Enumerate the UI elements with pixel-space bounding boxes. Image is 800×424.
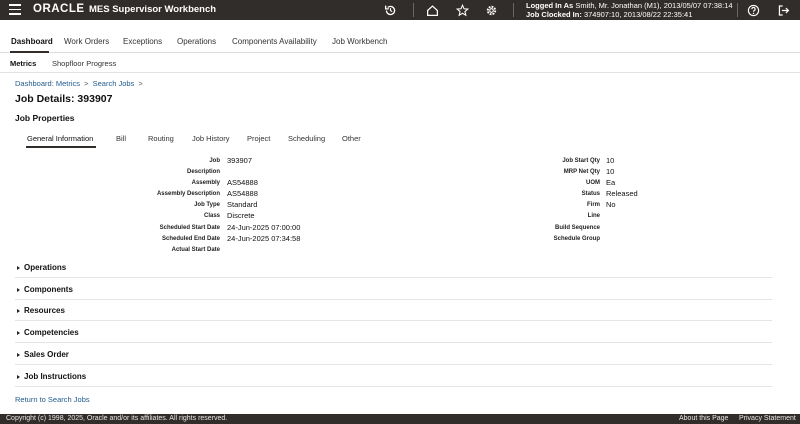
field-label-job: Job — [209, 158, 220, 164]
breadcrumb: Dashboard: Metrics > Search Jobs > — [15, 79, 145, 88]
help-icon[interactable] — [746, 3, 760, 17]
favorite-star-icon[interactable] — [455, 3, 469, 17]
expand-caret-icon — [17, 331, 20, 335]
header-divider — [737, 3, 738, 17]
field-label-schedule-group: Schedule Group — [553, 236, 600, 242]
breadcrumb-separator: > — [84, 79, 89, 88]
tab-active-indicator — [10, 51, 49, 53]
tab-scheduling[interactable]: Scheduling — [288, 134, 325, 143]
sub-tabs: Metrics Shopfloor Progress — [0, 56, 800, 73]
tab-dashboard[interactable]: Dashboard — [11, 37, 53, 46]
subtab-metrics[interactable]: Metrics — [10, 59, 36, 68]
field-label-scheduled-start-date: Scheduled Start Date — [159, 225, 220, 231]
accordion-job-instructions[interactable]: Job Instructions — [15, 371, 772, 387]
logged-in-value: Smith, Mr. Jonathan (M1), 2013/05/07 07:… — [575, 1, 733, 10]
accordion-label: Resources — [24, 306, 65, 315]
copyright-text: Copyright (c) 1998, 2025, Oracle and/or … — [6, 415, 228, 422]
field-label-mrp-net-qty: MRP Net Qty — [563, 169, 600, 175]
user-session-info: Logged In As Smith, Mr. Jonathan (M1), 2… — [526, 1, 733, 19]
tab-components-availability[interactable]: Components Availability — [232, 37, 317, 46]
accordion-competencies[interactable]: Competencies — [15, 327, 772, 343]
menu-icon[interactable] — [9, 4, 21, 15]
privacy-statement-link[interactable]: Privacy Statement — [739, 415, 796, 422]
field-label-class: Class — [203, 213, 220, 219]
tab-general-information[interactable]: General Information — [27, 134, 93, 143]
accordion-label: Components — [24, 285, 73, 294]
field-label-build-sequence: Build Sequence — [554, 225, 600, 231]
accordion-operations[interactable]: Operations — [15, 262, 772, 278]
breadcrumb-separator: > — [138, 79, 143, 88]
expand-caret-icon — [17, 288, 20, 292]
field-label-job-start-qty: Job Start Qty — [562, 158, 600, 164]
field-value-assembly-description: AS54888 — [227, 189, 258, 198]
breadcrumb-dashboard-metrics[interactable]: Dashboard: Metrics — [15, 79, 80, 88]
tab-bill[interactable]: Bill — [116, 134, 126, 143]
field-label-job-type: Job Type — [194, 202, 220, 208]
section-title: Job Properties — [15, 113, 75, 123]
tab-project[interactable]: Project — [247, 134, 270, 143]
field-value-status: Released — [606, 189, 638, 198]
tab-job-history[interactable]: Job History — [192, 134, 230, 143]
page-title: Job Details: 393907 — [15, 93, 113, 105]
expand-caret-icon — [17, 309, 20, 313]
sign-out-icon[interactable] — [776, 3, 790, 17]
job-clocked-label: Job Clocked In: — [526, 10, 582, 19]
field-value-scheduled-start-date: 24-Jun-2025 07:00:00 — [227, 223, 301, 232]
expand-caret-icon — [17, 375, 20, 379]
accordion-label: Operations — [24, 263, 67, 272]
breadcrumb-search-jobs[interactable]: Search Jobs — [93, 79, 135, 88]
field-label-assembly-description: Assembly Description — [156, 191, 220, 197]
accordion-label: Sales Order — [24, 350, 69, 359]
accordion-label: Competencies — [24, 328, 79, 337]
expand-caret-icon — [17, 266, 20, 270]
subtab-shopfloor-progress[interactable]: Shopfloor Progress — [52, 59, 116, 68]
footer: Copyright (c) 1998, 2025, Oracle and/or … — [0, 414, 800, 424]
app-title: MES Supervisor Workbench — [89, 4, 217, 15]
accordion-resources[interactable]: Resources — [15, 305, 772, 321]
field-label-assembly: Assembly — [191, 180, 220, 186]
field-value-firm: No — [606, 200, 616, 209]
field-label-description: Description — [186, 169, 220, 175]
tab-job-workbench[interactable]: Job Workbench — [332, 37, 387, 46]
tab-active-indicator — [26, 146, 96, 148]
field-label-uom: UOM — [586, 180, 600, 186]
tab-routing[interactable]: Routing — [148, 134, 174, 143]
tab-work-orders[interactable]: Work Orders — [64, 37, 109, 46]
tab-exceptions[interactable]: Exceptions — [123, 37, 162, 46]
field-value-job-start-qty: 10 — [606, 156, 615, 165]
accordion-sales-order[interactable]: Sales Order — [15, 349, 772, 365]
main-tabs: Dashboard Work Orders Exceptions Operati… — [0, 33, 800, 53]
expand-caret-icon — [17, 353, 20, 357]
home-icon[interactable] — [425, 3, 439, 17]
header-divider — [413, 3, 414, 17]
field-value-scheduled-end-date: 24-Jun-2025 07:34:58 — [227, 234, 301, 243]
accordion-components[interactable]: Components — [15, 284, 772, 300]
return-to-search-jobs-link[interactable]: Return to Search Jobs — [15, 395, 90, 404]
tab-other[interactable]: Other — [342, 134, 361, 143]
field-value-assembly: AS54888 — [227, 178, 258, 187]
header-divider — [513, 3, 514, 17]
oracle-logo: ORACLE — [33, 3, 85, 15]
global-header: ORACLE MES Supervisor Workbench Logged I… — [0, 0, 800, 20]
field-label-actual-start-date: Actual Start Date — [171, 247, 220, 253]
field-label-scheduled-end-date: Scheduled End Date — [161, 236, 220, 242]
field-value-job-type: Standard — [227, 200, 258, 209]
field-label-firm: Firm — [586, 202, 600, 208]
field-label-status: Status — [581, 191, 600, 197]
field-value-job: 393907 — [227, 156, 253, 165]
field-label-line: Line — [587, 213, 600, 219]
field-value-uom: Ea — [606, 178, 616, 187]
job-clocked-value: 374907:10, 2013/08/22 22:35:41 — [583, 10, 693, 19]
field-value-mrp-net-qty: 10 — [606, 167, 615, 176]
logged-in-label: Logged In As — [526, 1, 574, 10]
about-this-page-link[interactable]: About this Page — [679, 415, 728, 422]
settings-gear-icon[interactable] — [484, 3, 498, 17]
tab-operations[interactable]: Operations — [177, 37, 216, 46]
accordion-label: Job Instructions — [24, 372, 87, 381]
sync-icon[interactable] — [383, 3, 397, 17]
field-value-class: Discrete — [227, 211, 255, 220]
job-properties-tabs: General Information Bill Routing Job His… — [0, 133, 800, 148]
